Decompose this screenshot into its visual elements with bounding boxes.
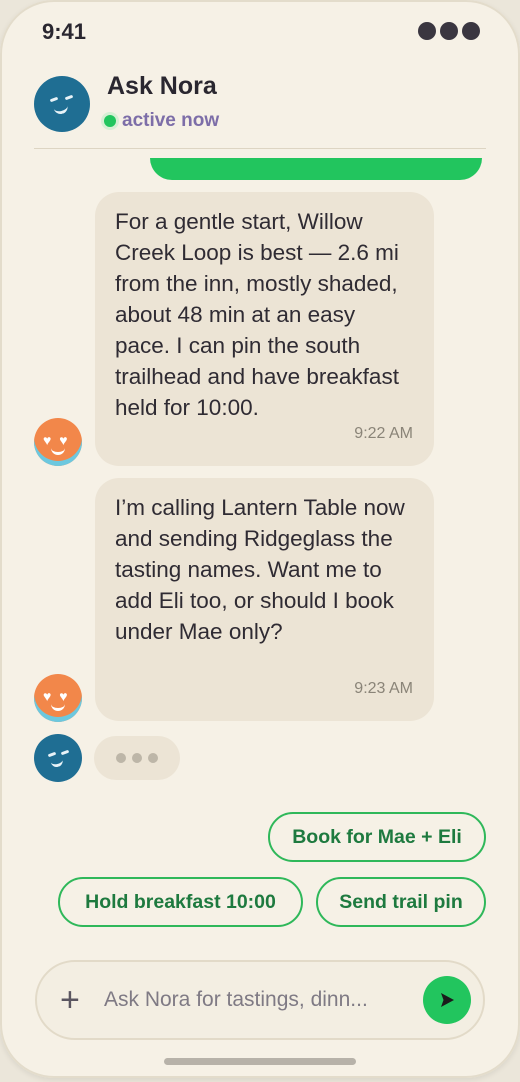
eye-icon [64, 94, 74, 101]
typing-dot-icon [132, 753, 142, 763]
typing-indicator [94, 736, 180, 780]
status-text: active now [122, 110, 220, 131]
message-input[interactable]: Ask Nora for tastings, dinn... [104, 988, 368, 1012]
status-icons [418, 22, 480, 40]
message-timestamp: 9:23 AM [354, 680, 413, 697]
quick-reply-send-trail-pin[interactable]: Send trail pin [316, 877, 486, 927]
message-text: For a gentle start, Willow Creek Loop is… [115, 209, 399, 420]
eye-icon [60, 749, 70, 756]
message-composer: + Ask Nora for tastings, dinn... [35, 960, 485, 1040]
plus-icon[interactable]: + [60, 980, 80, 1020]
status-dot-icon [440, 22, 458, 40]
online-indicator-icon [104, 115, 116, 127]
typing-dot-icon [116, 753, 126, 763]
send-button[interactable] [423, 976, 471, 1024]
quick-reply-hold-breakfast[interactable]: Hold breakfast 10:00 [58, 877, 303, 927]
chat-title: Ask Nora [107, 72, 217, 100]
message-bubble: I’m calling Lantern Table now and sendin… [95, 478, 434, 721]
quick-reply-book-for-mae-eli[interactable]: Book for Mae + Eli [268, 812, 486, 862]
status-dot-icon [462, 22, 480, 40]
sender-avatar: ♥ ♥ [34, 418, 82, 466]
smile-icon [50, 756, 64, 769]
outgoing-message-bubble-partial [150, 158, 482, 180]
smile-icon [51, 446, 65, 455]
phone-frame: 9:41 Ask Nora active now ♥ ♥ For a gentl… [0, 0, 520, 1078]
status-time: 9:41 [42, 19, 87, 44]
presence-status: active now [104, 110, 219, 132]
send-arrow-icon [441, 993, 454, 1007]
message-timestamp: 9:22 AM [354, 425, 413, 442]
header-divider [34, 148, 486, 149]
sender-avatar: ♥ ♥ [34, 674, 82, 722]
nora-avatar[interactable] [34, 76, 90, 132]
message-bubble: For a gentle start, Willow Creek Loop is… [95, 192, 434, 466]
eye-icon [49, 96, 59, 103]
eye-icon [47, 751, 57, 758]
nora-avatar [34, 734, 82, 782]
status-dot-icon [418, 22, 436, 40]
typing-dot-icon [148, 753, 158, 763]
smile-icon [53, 102, 69, 116]
smile-icon [51, 702, 65, 711]
home-indicator[interactable] [164, 1058, 356, 1065]
message-text: I’m calling Lantern Table now and sendin… [115, 495, 405, 644]
